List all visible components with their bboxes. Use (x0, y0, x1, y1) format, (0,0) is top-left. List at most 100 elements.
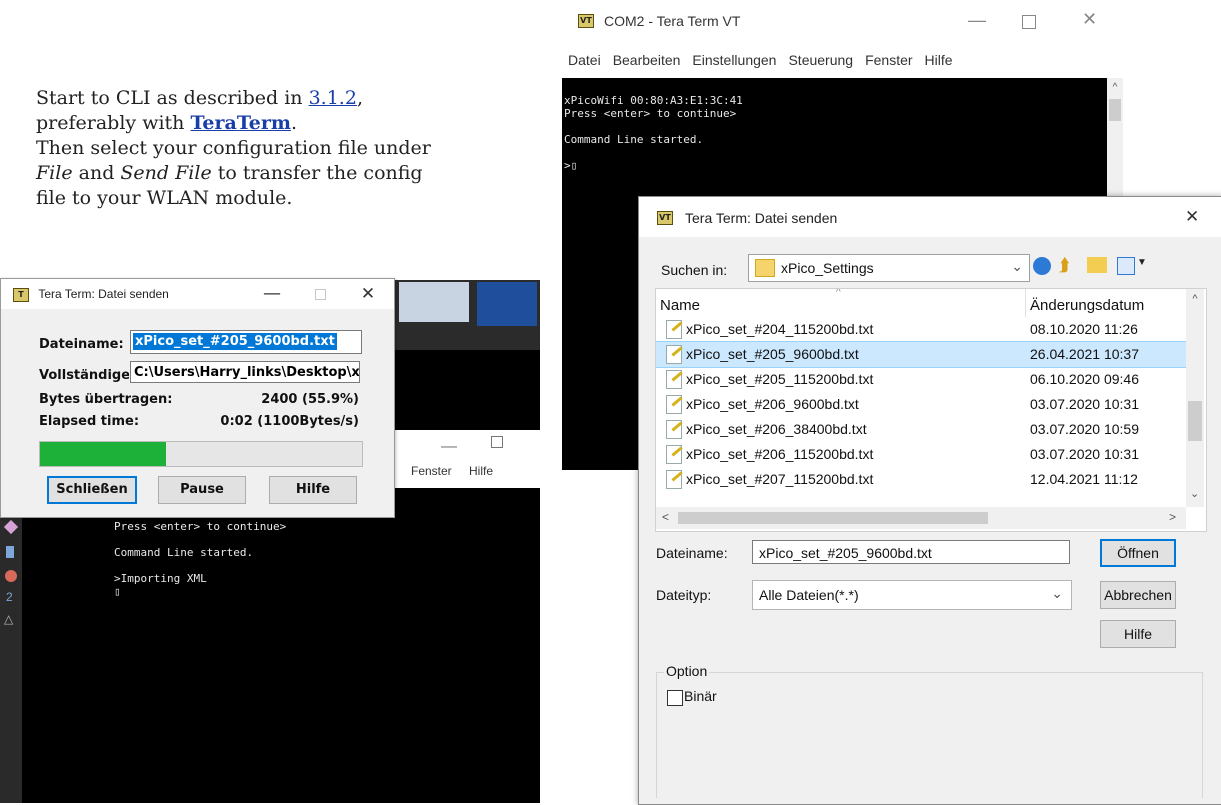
triangle-icon[interactable]: △ (4, 612, 13, 626)
text-file-icon (666, 345, 682, 364)
terminal-line: Command Line started. (564, 133, 704, 146)
file-list-row[interactable]: xPico_set_#206_38400bd.txt 03.07.2020 10:… (656, 417, 1202, 442)
file-date: 06.10.2020 09:46 (1030, 371, 1139, 387)
instruction-line-5: file to your WLAN module. (36, 187, 293, 209)
file-dialog-title: Tera Term: Datei senden (685, 210, 838, 226)
menu-datei[interactable]: Datei (568, 52, 601, 68)
scrollbar-thumb[interactable] (1109, 99, 1121, 121)
window-thumbnail (399, 282, 469, 322)
minimize-icon[interactable]: — (249, 279, 295, 309)
file-list-row[interactable]: xPico_set_#205_9600bd.txt 26.04.2021 10:3… (656, 341, 1203, 368)
file-list-header: Name ^ Änderungsdatum (656, 289, 1186, 317)
menu-fenster[interactable]: Fenster (865, 52, 912, 68)
menu-einstellungen[interactable]: Einstellungen (692, 52, 776, 68)
progress-bar-fill (40, 442, 166, 466)
file-list-row[interactable]: xPico_set_#206_115200bd.txt 03.07.2020 10… (656, 442, 1202, 467)
close-button[interactable]: Schließen (47, 476, 137, 504)
zoom-icon[interactable]: 2 (6, 590, 13, 604)
file-name: xPico_set_#206_38400bd.txt (686, 421, 867, 437)
terminal-title: COM2 - Tera Term VT (604, 13, 741, 29)
side-toolbar: 2 △ (0, 518, 22, 803)
file-list-scrollbar[interactable]: ^ ⌄ (1186, 289, 1204, 507)
filename-input[interactable]: xPico_set_#205_9600bd.txt (752, 540, 1070, 564)
filetype-dropdown[interactable]: Alle Dateien(*.*) ⌄ (752, 580, 1072, 610)
up-folder-icon[interactable]: ⮭ (1059, 255, 1070, 276)
help-button[interactable]: Hilfe (269, 476, 357, 504)
open-button[interactable]: Öffnen (1100, 539, 1176, 567)
file-name: xPico_set_#205_9600bd.txt (686, 346, 859, 362)
instruction-line-4b: to transfer the config (211, 162, 423, 184)
file-name: xPico_set_#206_115200bd.txt (686, 446, 874, 462)
fullpath-label: Vollständige (39, 368, 129, 383)
text-file-icon (666, 370, 682, 389)
new-folder-icon[interactable] (1087, 257, 1107, 273)
file-dialog-titlebar: VT Tera Term: Datei senden ✕ (639, 197, 1221, 237)
menu-hilfe[interactable]: Hilfe (469, 464, 493, 478)
file-list-row[interactable]: xPico_set_#207_115200bd.txt 12.04.2021 11… (656, 467, 1202, 492)
scroll-up-icon[interactable]: ^ (1107, 82, 1123, 93)
minimize-icon[interactable]: — (968, 10, 986, 31)
file-list-row[interactable]: xPico_set_#205_115200bd.txt 06.10.2020 09… (656, 367, 1202, 392)
eraser-icon[interactable] (3, 519, 19, 535)
file-name: xPico_set_#205_115200bd.txt (686, 371, 874, 387)
view-menu-icon[interactable] (1117, 257, 1135, 275)
filename-selected-text: xPico_set_#205_9600bd.txt (133, 333, 337, 350)
pause-button[interactable]: Pause (158, 476, 246, 504)
scrollbar-thumb[interactable] (1188, 401, 1202, 441)
scroll-left-icon[interactable]: < (662, 510, 669, 524)
instruction-file-term: File (36, 162, 73, 184)
text-file-icon (666, 470, 682, 489)
close-icon[interactable]: ✕ (345, 279, 391, 309)
minimize-icon[interactable]: — (441, 438, 457, 456)
file-list-hscrollbar[interactable]: < > (656, 507, 1186, 529)
instruction-line-3: Then select your configuration file unde… (36, 137, 431, 159)
file-list: Name ^ Änderungsdatum xPico_set_#204_115… (655, 288, 1207, 532)
lookin-dropdown[interactable]: xPico_Settings ⌄ (748, 254, 1030, 282)
window-thumbnail (477, 282, 537, 326)
pipette-icon[interactable] (6, 546, 14, 558)
bytes-value: 2400 (55.9%) (261, 392, 359, 407)
filename-field[interactable]: xPico_set_#205_9600bd.txt (130, 330, 362, 354)
menu-fenster[interactable]: Fenster (411, 464, 452, 478)
help-button[interactable]: Hilfe (1100, 620, 1176, 648)
teraterm-link[interactable]: TeraTerm (190, 112, 291, 134)
close-icon[interactable]: ✕ (1185, 207, 1199, 227)
fullpath-field[interactable]: C:\Users\Harry_links\Desktop\x (130, 361, 360, 383)
back-icon[interactable] (1033, 257, 1051, 275)
close-icon[interactable]: ✕ (1082, 9, 1097, 30)
option-label: Option (664, 663, 710, 679)
file-date: 03.07.2020 10:31 (1030, 446, 1139, 462)
instruction-line-1: Start to CLI as described in (36, 87, 309, 109)
menu-steuerung[interactable]: Steuerung (788, 52, 853, 68)
cancel-button[interactable]: Abbrechen (1100, 581, 1176, 609)
binary-label: Binär (684, 688, 717, 704)
col-name-header[interactable]: Name (660, 297, 700, 314)
file-list-row[interactable]: xPico_set_#206_9600bd.txt 03.07.2020 10:3… (656, 392, 1202, 417)
maximize-icon[interactable] (1022, 15, 1036, 29)
instruction-punct: . (290, 112, 298, 134)
maximize-icon[interactable] (297, 279, 343, 309)
terminal-line: Press <enter> to continue> (564, 107, 737, 120)
col-date-header[interactable]: Änderungsdatum (1030, 297, 1144, 314)
menu-bearbeiten[interactable]: Bearbeiten (613, 52, 681, 68)
palette-icon[interactable] (5, 570, 17, 582)
binary-checkbox[interactable] (667, 690, 683, 706)
file-name: xPico_set_#206_9600bd.txt (686, 396, 859, 412)
menu-hilfe[interactable]: Hilfe (925, 52, 953, 68)
scroll-down-icon[interactable]: ⌄ (1190, 487, 1199, 500)
maximize-icon[interactable] (491, 436, 503, 448)
chevron-down-icon: ⌄ (1051, 585, 1063, 601)
file-list-row[interactable]: xPico_set_#204_115200bd.txt 08.10.2020 11… (656, 317, 1202, 342)
instruction-punct: , (356, 87, 363, 109)
teraterm-icon: VT (657, 211, 673, 225)
terminal-output: xPicoWifi 00:80:A3:E1:3C:41 Press <enter… (564, 94, 743, 172)
scroll-up-icon[interactable]: ^ (1186, 293, 1204, 305)
terminal-line: Command Line started. (114, 546, 254, 559)
folder-icon (755, 259, 775, 277)
progress-dialog-titlebar: T Tera Term: Datei senden — ✕ (1, 279, 394, 309)
section-link[interactable]: 3.1.2 (309, 87, 357, 109)
hscrollbar-thumb[interactable] (678, 512, 988, 524)
scroll-right-icon[interactable]: > (1169, 510, 1176, 524)
chevron-down-icon[interactable]: ▼ (1137, 257, 1147, 268)
